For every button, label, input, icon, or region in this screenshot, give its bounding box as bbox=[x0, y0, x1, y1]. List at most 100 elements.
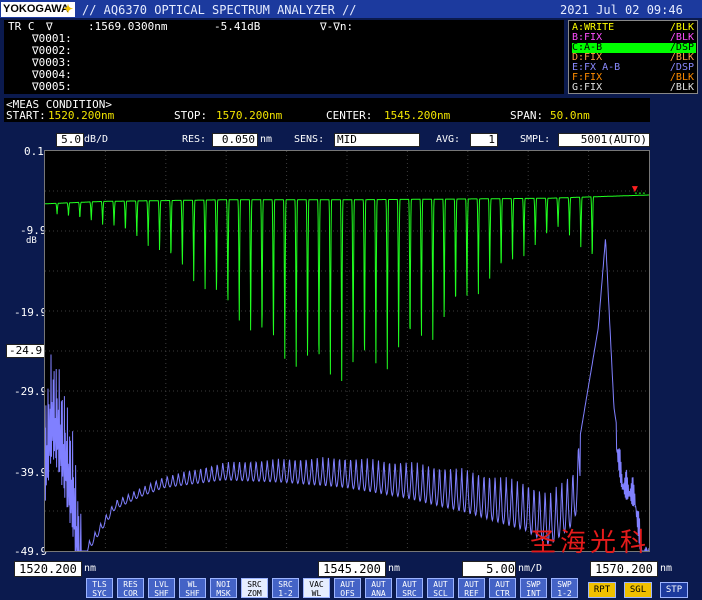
trace-label: TR C bbox=[8, 20, 35, 33]
softkey-label: WL bbox=[187, 580, 198, 589]
yokogawa-logo: YOKOGAWA ✦ bbox=[1, 2, 75, 17]
stop-value[interactable]: 1570.200nm bbox=[216, 110, 282, 121]
y-tick-label: -19.9 bbox=[14, 306, 48, 319]
y-tick-label: -29.9 bbox=[14, 385, 48, 398]
span-label: SPAN: bbox=[510, 109, 544, 122]
softkey-sublabel: 1-2 bbox=[557, 589, 572, 598]
datetime: 2021 Jul 02 09:46 bbox=[560, 3, 683, 17]
softkey-label: SRC bbox=[278, 580, 293, 589]
softkey-button[interactable]: SRC ZOM bbox=[241, 578, 268, 598]
smpl-field[interactable]: 5001(AUTO) bbox=[558, 133, 650, 147]
softkey-sublabel: 1-2 bbox=[278, 589, 293, 598]
softkey-button[interactable]: RES COR bbox=[117, 578, 144, 598]
softkey-sublabel: SHF bbox=[185, 589, 200, 598]
softkey-sublabel: INT bbox=[526, 589, 541, 598]
y-tick-label: -39.9 bbox=[14, 466, 48, 479]
softkey-label: SRC bbox=[247, 580, 262, 589]
star-icon: ✦ bbox=[62, 2, 73, 16]
softkey-label: AUT bbox=[402, 580, 417, 589]
trace-status-panel: A:WRITE/BLK B:FIX/BLK C:A-B/DSP D:FIX/BLK E:… bbox=[568, 20, 698, 94]
softkey-sublabel: REF bbox=[464, 589, 479, 598]
softkey-sublabel: OFS bbox=[340, 589, 355, 598]
delta-n-label: ∇-∇n: bbox=[320, 20, 354, 33]
run-key-stp[interactable]: STP bbox=[660, 582, 688, 598]
meas-condition-panel: <MEAS CONDITION> START: 1520.200nm STOP:… bbox=[4, 98, 650, 122]
softkey-label: VAC bbox=[309, 580, 324, 589]
res-field[interactable]: 0.050 bbox=[212, 133, 258, 147]
softkey-button[interactable]: WL SHF bbox=[179, 578, 206, 598]
softkey-sublabel: COR bbox=[123, 589, 138, 598]
spectrum-plot[interactable] bbox=[44, 150, 650, 552]
watermark-text: 圣海光科 bbox=[530, 528, 651, 558]
smpl-label: SMPL: bbox=[520, 134, 551, 145]
run-key-rpt[interactable]: RPT bbox=[588, 582, 616, 598]
softkey-button[interactable]: AUT OFS bbox=[334, 578, 361, 598]
y-unit-label: dB bbox=[26, 236, 37, 246]
softkey-sublabel: MSK bbox=[216, 589, 231, 598]
app-title: // AQ6370 OPTICAL SPECTRUM ANALYZER // bbox=[82, 3, 357, 17]
avg-label: AVG: bbox=[436, 134, 461, 145]
span-value[interactable]: 50.0nm bbox=[550, 110, 590, 121]
softkey-button[interactable]: VAC WL bbox=[303, 578, 330, 598]
start-label: START: bbox=[6, 109, 46, 122]
softkey-label: AUT bbox=[464, 580, 479, 589]
softkey-sublabel: ANA bbox=[371, 589, 386, 598]
x-stop-field[interactable]: 1570.200 bbox=[590, 561, 658, 577]
x-div-field[interactable]: 5.00 bbox=[462, 561, 516, 577]
trace-state: /BLK bbox=[669, 82, 694, 93]
softkey-button[interactable]: SRC 1-2 bbox=[272, 578, 299, 598]
softkey-sublabel: SYC bbox=[92, 589, 107, 598]
center-value[interactable]: 1545.200nm bbox=[384, 110, 450, 121]
x-start-field[interactable]: 1520.200 bbox=[14, 561, 82, 577]
spectrum-chart bbox=[45, 151, 649, 551]
scale-field[interactable]: 5.0 bbox=[56, 133, 84, 147]
softkey-button[interactable]: SWP 1-2 bbox=[551, 578, 578, 598]
softkey-sublabel: SHF bbox=[154, 589, 169, 598]
softkey-button[interactable]: AUT CTR bbox=[489, 578, 516, 598]
softkey-label: TLS bbox=[92, 580, 107, 589]
softkey-sublabel: SRC bbox=[402, 589, 417, 598]
softkey-label: AUT bbox=[433, 580, 448, 589]
res-label: RES: bbox=[182, 134, 207, 145]
softkey-button[interactable]: AUT REF bbox=[458, 578, 485, 598]
marker-wavelength: :1569.0300nm bbox=[88, 20, 168, 33]
softkey-label: AUT bbox=[340, 580, 355, 589]
softkey-button[interactable]: TLS SYC bbox=[86, 578, 113, 598]
sens-field[interactable]: MID bbox=[334, 133, 420, 147]
y-tick-label: 0.1 bbox=[24, 145, 44, 158]
sens-label: SENS: bbox=[294, 134, 325, 145]
run-key-sgl[interactable]: SGL bbox=[624, 582, 652, 598]
softkey-button[interactable]: AUT SRC bbox=[396, 578, 423, 598]
softkey-label: LVL bbox=[154, 580, 169, 589]
trace-row[interactable]: G:FIX/BLK bbox=[572, 83, 696, 93]
res-unit: nm bbox=[260, 134, 273, 145]
softkey-button[interactable]: AUT ANA bbox=[365, 578, 392, 598]
softkey-sublabel: CTR bbox=[495, 589, 510, 598]
softkey-label: AUT bbox=[495, 580, 510, 589]
stop-label: STOP: bbox=[174, 109, 208, 122]
marker-row: ∇0005: bbox=[32, 80, 72, 93]
softkey-sublabel: WL bbox=[311, 589, 322, 598]
start-value[interactable]: 1520.200nm bbox=[48, 110, 114, 121]
softkey-button[interactable]: LVL SHF bbox=[148, 578, 175, 598]
x-center-field[interactable]: 1545.200 bbox=[318, 561, 386, 577]
softkey-button[interactable]: NOI MSK bbox=[210, 578, 237, 598]
marker-panel: TR C ∇ :1569.0300nm -5.41dB ∇-∇n: ∇0001:… bbox=[4, 20, 564, 94]
softkey-label: SWP bbox=[557, 580, 572, 589]
marker-triangle-icon bbox=[631, 186, 638, 193]
softkey-button[interactable]: SWP INT bbox=[520, 578, 547, 598]
softkey-label: NOI bbox=[216, 580, 231, 589]
avg-field[interactable]: 1 bbox=[470, 133, 498, 147]
softkey-label: AUT bbox=[371, 580, 386, 589]
softkey-label: SWP bbox=[526, 580, 541, 589]
scale-unit: dB/D bbox=[84, 134, 109, 145]
softkey-sublabel: ZOM bbox=[247, 589, 262, 598]
center-label: CENTER: bbox=[326, 109, 373, 122]
marker-level: -5.41dB bbox=[214, 20, 261, 33]
softkey-button[interactable]: AUT SCL bbox=[427, 578, 454, 598]
ref-level-field[interactable]: -24.9 bbox=[6, 344, 46, 358]
x-unit-label: nm bbox=[660, 563, 673, 574]
x-unit-label: nm bbox=[84, 563, 97, 574]
softkey-sublabel: SCL bbox=[433, 589, 448, 598]
x-div-unit: nm/D bbox=[518, 563, 543, 574]
